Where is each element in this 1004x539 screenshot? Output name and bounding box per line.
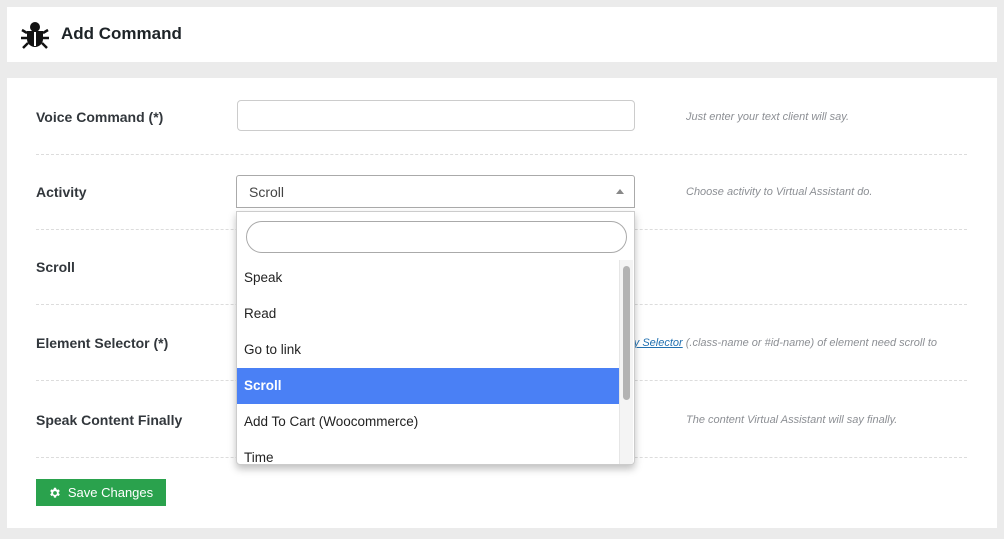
activity-select[interactable]: Scroll (236, 175, 635, 208)
dropdown-option-go-to-link[interactable]: Go to link (237, 332, 621, 368)
activity-description: Choose activity to Virtual Assistant do. (686, 186, 873, 198)
dropdown-option-read[interactable]: Read (237, 296, 621, 332)
speak-content-description: The content Virtual Assistant will say f… (686, 414, 898, 426)
form-panel: Voice Command (*) Just enter your text c… (7, 78, 997, 528)
dropdown-options: Speak Read Go to link Scroll Add To Cart… (237, 260, 621, 464)
page-title: Add Command (61, 24, 182, 43)
voice-command-input[interactable] (237, 100, 635, 131)
activity-selected-value: Scroll (249, 184, 285, 200)
voice-command-label: Voice Command (*) (36, 109, 164, 125)
dropdown-option-add-to-cart[interactable]: Add To Cart (Woocommerce) (237, 404, 621, 440)
dropdown-option-time[interactable]: Time (237, 440, 621, 464)
dropdown-scrollbar[interactable] (619, 260, 633, 464)
dropdown-option-scroll[interactable]: Scroll (237, 368, 621, 404)
dropdown-option-speak[interactable]: Speak (237, 260, 621, 296)
save-changes-label: Save Changes (67, 485, 154, 500)
speak-content-label: Speak Content Finally (36, 412, 183, 428)
save-changes-button[interactable]: Save Changes (36, 479, 166, 506)
element-selector-label: Element Selector (*) (36, 335, 169, 351)
element-selector-description: ery Selector (.class-name or #id-name) o… (624, 337, 938, 349)
dropdown-search-input[interactable] (246, 221, 627, 253)
scroll-label: Scroll (36, 259, 75, 275)
activity-label: Activity (36, 184, 87, 200)
activity-dropdown: Speak Read Go to link Scroll Add To Cart… (236, 211, 635, 465)
bug-icon (21, 22, 49, 49)
gear-icon (50, 487, 60, 498)
caret-up-icon (616, 189, 624, 194)
dropdown-scrollbar-thumb[interactable] (623, 266, 630, 400)
page-header: Add Command (7, 7, 997, 62)
voice-command-description: Just enter your text client will say. (686, 111, 850, 123)
